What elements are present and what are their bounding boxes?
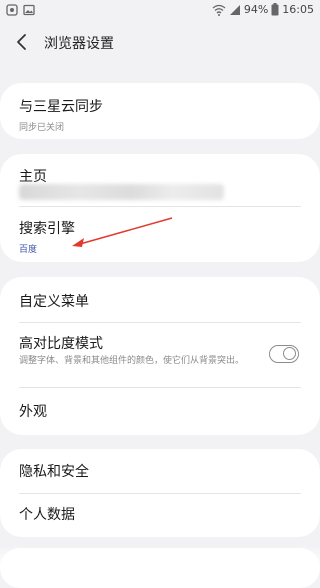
redacted-homepage-url bbox=[19, 184, 224, 200]
sync-status: 同步已关闭 bbox=[19, 123, 65, 133]
sync-card: 与三星云同步 同步已关闭 bbox=[0, 83, 320, 139]
homepage-title: 主页 bbox=[19, 169, 47, 185]
privacy-setting[interactable]: 隐私和安全 bbox=[19, 461, 301, 481]
notification-icons bbox=[6, 4, 35, 16]
battery-percent: 94% bbox=[243, 3, 269, 16]
sync-title: 与三星云同步 bbox=[19, 99, 103, 115]
signal-icon bbox=[229, 4, 240, 15]
clock: 16:05 bbox=[282, 3, 314, 16]
appearance-title: 外观 bbox=[19, 404, 47, 420]
toggle-knob bbox=[283, 347, 296, 360]
homepage-search-card: 主页 搜索引擎 百度 bbox=[0, 154, 320, 262]
system-indicators: 94% 16:05 bbox=[212, 3, 314, 16]
divider bbox=[19, 206, 301, 207]
custom-menu-title: 自定义菜单 bbox=[19, 294, 89, 310]
status-bar: 94% 16:05 bbox=[0, 0, 320, 20]
high-contrast-setting[interactable]: 高对比度模式 调整字体、背景和其他组件的颜色，使它们从背景突出。 bbox=[19, 333, 260, 367]
bottom-fade bbox=[0, 545, 320, 568]
divider bbox=[19, 493, 301, 494]
search-engine-setting[interactable]: 搜索引擎 百度 bbox=[19, 218, 301, 255]
wifi-icon bbox=[212, 4, 226, 16]
divider bbox=[19, 322, 301, 323]
high-contrast-title: 高对比度模式 bbox=[19, 336, 103, 352]
battery-icon bbox=[271, 3, 279, 16]
search-engine-title: 搜索引擎 bbox=[19, 221, 75, 237]
high-contrast-toggle[interactable] bbox=[269, 345, 299, 363]
privacy-title: 隐私和安全 bbox=[19, 464, 89, 480]
high-contrast-description: 调整字体、背景和其他组件的颜色，使它们从背景突出。 bbox=[19, 356, 245, 366]
personal-data-setting[interactable]: 个人数据 bbox=[19, 504, 301, 524]
homepage-setting[interactable]: 主页 bbox=[19, 166, 301, 186]
search-engine-value: 百度 bbox=[19, 245, 38, 255]
appearance-setting[interactable]: 外观 bbox=[19, 401, 301, 421]
notification-dot-icon bbox=[6, 4, 18, 16]
divider bbox=[19, 387, 301, 388]
image-icon bbox=[23, 4, 35, 16]
back-arrow-icon[interactable] bbox=[12, 32, 32, 52]
privacy-card: 隐私和安全 个人数据 bbox=[0, 449, 320, 537]
page-title: 浏览器设置 bbox=[44, 36, 114, 52]
sync-setting[interactable]: 与三星云同步 同步已关闭 bbox=[19, 96, 301, 133]
personal-data-title: 个人数据 bbox=[19, 507, 75, 523]
custom-menu-setting[interactable]: 自定义菜单 bbox=[19, 291, 301, 311]
app-bar: 浏览器设置 bbox=[0, 20, 320, 64]
